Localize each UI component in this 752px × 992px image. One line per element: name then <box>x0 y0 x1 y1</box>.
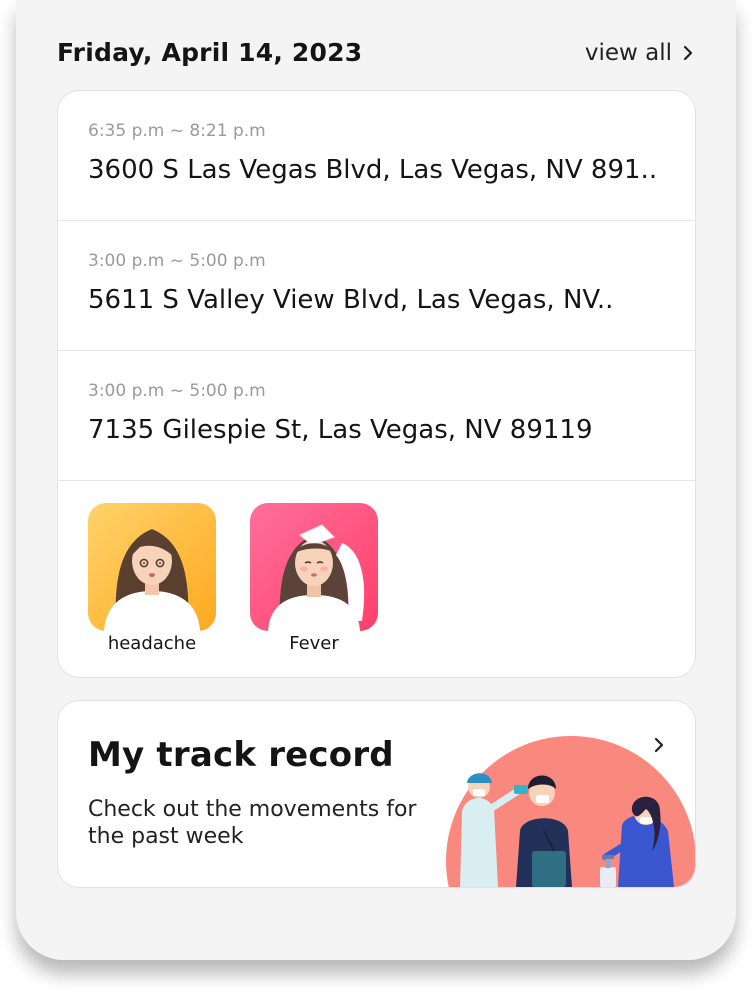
symptom-label: Fever <box>289 633 339 654</box>
symptom-fever[interactable]: Fever <box>250 503 378 654</box>
track-record-description: Check out the movements for the past wee… <box>88 797 417 849</box>
temperature-check-illustration <box>446 736 695 887</box>
visit-time: 3:00 p.m ~ 5:00 p.m <box>88 251 266 271</box>
view-all-link[interactable]: view all <box>585 40 696 66</box>
view-all-label: view all <box>584 40 672 66</box>
visit-item[interactable]: 6:35 p.m ~ 8:21 p.m 3600 S Las Vegas Blv… <box>58 91 695 221</box>
chevron-right-icon <box>683 45 693 61</box>
fever-avatar-icon <box>250 503 378 631</box>
visit-item[interactable]: 3:00 p.m ~ 5:00 p.m 5611 S Valley View B… <box>58 221 695 351</box>
visit-address: 3600 S Las Vegas Blvd, Las Vegas, NV 891… <box>88 155 658 185</box>
track-record-card[interactable]: My track record Check out the movements … <box>57 700 696 888</box>
symptom-list: headache Fever <box>58 481 695 677</box>
visit-time: 6:35 p.m ~ 8:21 p.m <box>88 121 266 141</box>
visit-address: 7135 Gilespie St, Las Vegas, NV 89119 <box>88 415 593 445</box>
visit-item[interactable]: 3:00 p.m ~ 5:00 p.m 7135 Gilespie St, La… <box>58 351 695 481</box>
visit-address: 5611 S Valley View Blvd, Las Vegas, NV.. <box>88 285 614 315</box>
headache-avatar-icon <box>88 503 216 631</box>
visits-card: 6:35 p.m ~ 8:21 p.m 3600 S Las Vegas Blv… <box>57 90 696 678</box>
symptom-label: headache <box>107 633 197 654</box>
track-record-title: My track record <box>88 735 394 775</box>
date-header: Friday, April 14, 2023 <box>57 38 363 67</box>
visit-time: 3:00 p.m ~ 5:00 p.m <box>88 381 266 401</box>
symptom-headache[interactable]: headache <box>88 503 216 654</box>
